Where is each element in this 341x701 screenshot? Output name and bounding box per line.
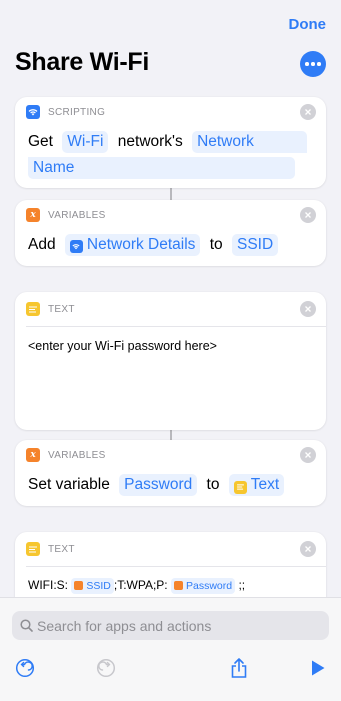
password-variable-token[interactable]: Password [171,578,236,594]
redo-icon [96,658,116,678]
remove-action-icon[interactable] [300,301,316,317]
action-category-label: VARIABLES [48,209,106,221]
done-button[interactable]: Done [289,16,327,33]
run-button[interactable] [306,656,330,680]
action-card-get-wifi[interactable]: SCRIPTING Get Wi-Fi network's Network Na… [15,97,326,188]
action-card-set-variable[interactable]: x VARIABLES Set variable Password to Tex… [15,440,326,506]
text-input-token[interactable]: Text [228,474,285,496]
action-text: Add [28,236,56,253]
action-search-panel: Search for apps and actions [0,597,341,701]
action-text: network's [117,133,183,150]
text-lines-icon [26,542,40,556]
action-text: Get [28,133,53,150]
text-lines-icon [26,302,40,316]
text-segment: ;T:WPA;P: [113,578,168,592]
share-button[interactable] [227,656,251,680]
password-variable-token[interactable]: Password [119,474,198,496]
editor-toolbar [0,656,341,686]
token-label: Password [186,580,233,592]
action-category-label: SCRIPTING [48,106,106,118]
token-label: Network Details [86,236,196,253]
action-card-text-password[interactable]: TEXT <enter your Wi-Fi password here> [15,292,326,430]
action-text: to [209,236,223,253]
action-connector [170,188,172,200]
text-lines-icon [233,480,247,494]
text-segment: ;; [238,578,246,592]
search-placeholder: Search for apps and actions [37,617,212,634]
page-title: Share Wi-Fi [15,48,149,76]
action-category-label: TEXT [48,303,75,315]
search-input[interactable]: Search for apps and actions [12,611,329,640]
text-segment: WIFI:S: [28,578,68,592]
action-category-label: VARIABLES [48,449,106,461]
remove-action-icon[interactable] [300,541,316,557]
name-parameter-token[interactable]: Name [28,157,295,179]
variable-x-icon: x [26,448,40,462]
undo-button[interactable] [13,656,37,680]
variable-x-icon [174,581,183,590]
wifi-icon [26,105,40,119]
more-dot-icon [305,62,309,66]
remove-action-icon[interactable] [300,207,316,223]
action-text: to [206,476,220,493]
more-options-button[interactable] [300,51,326,77]
more-dot-icon [317,62,321,66]
ssid-variable-token[interactable]: SSID [232,234,279,256]
wifi-icon [69,240,83,253]
wifi-parameter-token[interactable]: Wi-Fi [62,131,109,153]
ssid-variable-token[interactable]: SSID [71,578,114,594]
action-connector [170,430,172,440]
variable-x-icon [74,581,84,590]
token-label: SSID [86,580,111,592]
token-label: Text [250,476,280,493]
network-parameter-token[interactable]: Network [192,131,308,153]
action-text: Set variable [28,476,110,493]
share-icon [231,658,247,678]
play-icon [312,660,325,676]
more-dot-icon [311,62,315,66]
action-category-label: TEXT [48,543,75,555]
search-icon [20,619,33,632]
network-details-token[interactable]: Network Details [64,234,201,256]
remove-action-icon[interactable] [300,104,316,120]
remove-action-icon[interactable] [300,447,316,463]
variable-x-icon: x [26,208,40,222]
action-card-add-variable[interactable]: x VARIABLES Add Network Details to SSID [15,200,326,266]
redo-button[interactable] [94,656,118,680]
text-content-field[interactable]: <enter your Wi-Fi password here> [15,327,326,365]
undo-icon [15,658,35,678]
